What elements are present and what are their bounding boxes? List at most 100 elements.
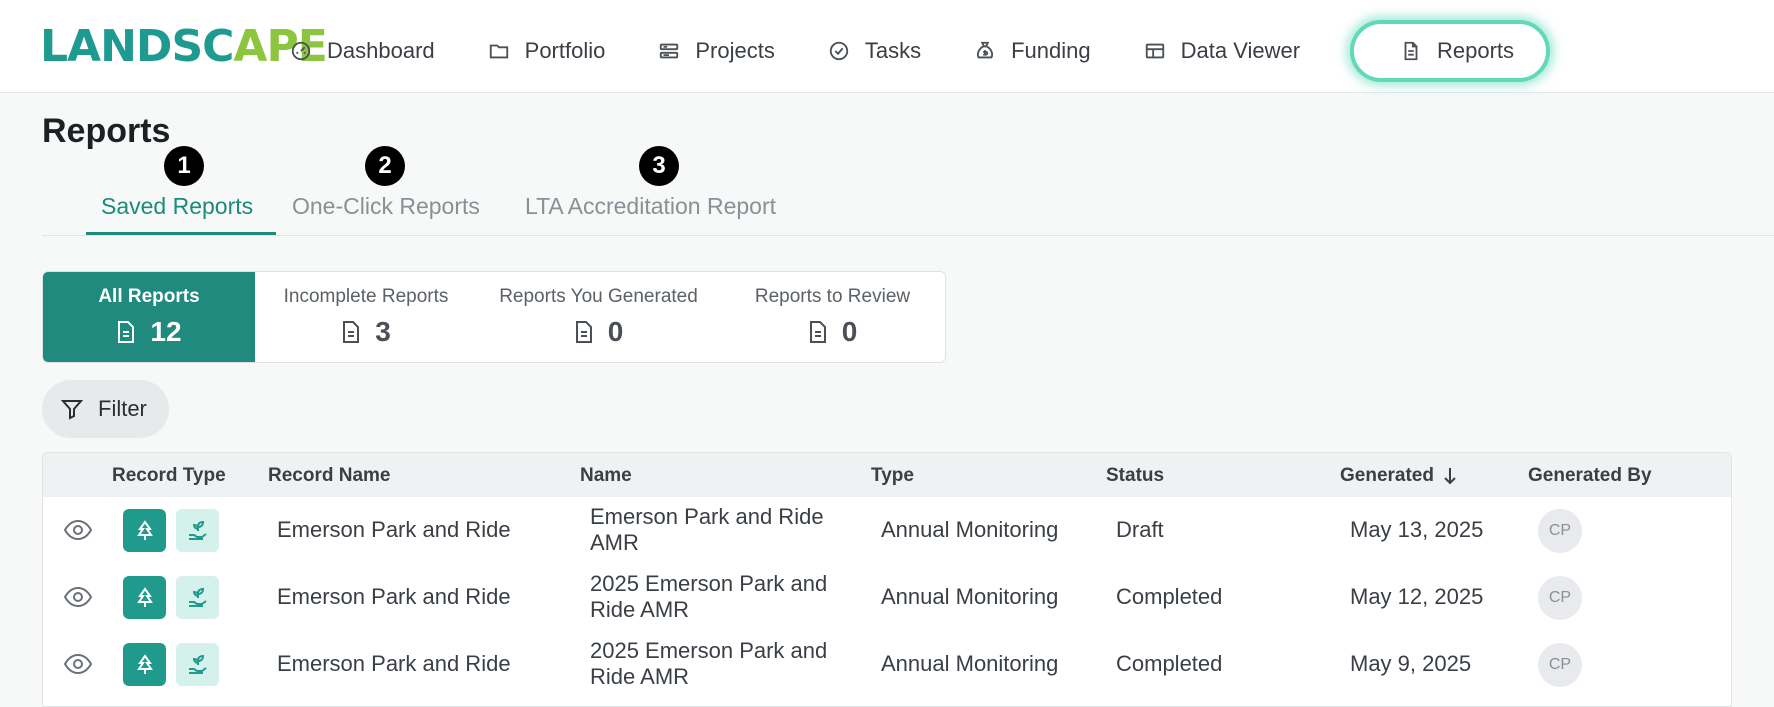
plant-hand-icon <box>188 654 207 674</box>
eye-icon[interactable] <box>63 584 93 610</box>
card-label: Reports You Generated <box>499 286 698 307</box>
nav-item-label: Funding <box>1011 38 1091 63</box>
nav-item-label: Tasks <box>864 38 922 63</box>
step-badge-1: 1 <box>164 146 204 186</box>
col-header-generated-by[interactable]: Generated By <box>1528 465 1652 487</box>
filter-label: Filter <box>98 396 147 421</box>
plant-hand-icon <box>188 587 207 607</box>
table-row[interactable]: Emerson Park and Ride Emerson Park and R… <box>43 497 1731 564</box>
logo-pin-letter: A <box>233 21 267 72</box>
tabs-divider <box>42 235 1774 236</box>
nav-item-tasks[interactable]: Tasks <box>828 28 921 74</box>
card-reports-to-review[interactable]: Reports to Review 0 <box>720 272 945 362</box>
landscape-logo[interactable]: LANDSC A PE <box>40 21 328 72</box>
card-value: 12 <box>116 316 182 348</box>
record-type-conservation-icon[interactable] <box>123 643 166 686</box>
col-header-record-type[interactable]: Record Type <box>112 465 226 487</box>
card-count: 3 <box>375 316 391 347</box>
filter-button[interactable]: Filter <box>42 380 169 438</box>
step-badge-3: 3 <box>639 146 679 186</box>
report-name-line2: Ride AMR <box>590 664 690 689</box>
record-name-cell: Emerson Park and Ride <box>277 584 511 609</box>
col-header-generated-label: Generated <box>1340 465 1434 486</box>
card-count: 12 <box>150 316 182 347</box>
document-icon <box>1404 41 1418 61</box>
table-header: Record Type Record Name Name Type Status… <box>43 453 1731 497</box>
nav-item-projects[interactable]: Projects <box>658 28 775 74</box>
document-icon <box>118 321 135 343</box>
card-reports-you-generated[interactable]: Reports You Generated 0 <box>477 272 720 362</box>
check-circle-icon <box>829 41 849 61</box>
type-cell: Annual Monitoring <box>881 651 1059 676</box>
main-nav: Dashboard Portfolio Projects Tasks Fundi… <box>290 20 1550 82</box>
nav-item-label: Portfolio <box>524 38 606 63</box>
nav-item-dashboard[interactable]: Dashboard <box>290 28 435 74</box>
eye-icon[interactable] <box>63 651 93 677</box>
card-label: Incomplete Reports <box>283 286 449 307</box>
report-summary-cards: All Reports 12 Incomplete Reports 3 Repo… <box>42 271 946 363</box>
avatar: CP <box>1538 643 1582 687</box>
col-header-generated[interactable]: Generated <box>1340 465 1458 487</box>
eye-icon[interactable] <box>63 517 93 543</box>
generated-date-cell: May 13, 2025 <box>1350 517 1484 542</box>
avatar: CP <box>1538 576 1582 620</box>
card-label: Reports to Review <box>754 286 911 307</box>
card-count: 0 <box>607 316 624 347</box>
table-icon <box>1145 43 1164 59</box>
card-incomplete-reports[interactable]: Incomplete Reports 3 <box>255 272 477 362</box>
status-cell: Completed <box>1116 651 1223 676</box>
nav-item-label: Projects <box>695 38 775 63</box>
folder-icon <box>489 44 508 59</box>
tab-saved-reports[interactable]: Saved Reports <box>101 193 253 220</box>
tree-icon <box>136 586 153 607</box>
col-header-type[interactable]: Type <box>871 465 914 487</box>
money-bag-icon <box>977 41 994 59</box>
projects-icon <box>660 43 679 59</box>
card-value: 0 <box>808 316 857 348</box>
reports-table: Record Type Record Name Name Type Status… <box>42 452 1732 707</box>
table-row[interactable]: Emerson Park and Ride 2025 Emerson Park … <box>43 631 1731 698</box>
document-icon <box>575 321 592 343</box>
step-badge-2: 2 <box>365 146 405 186</box>
col-header-record-name[interactable]: Record Name <box>268 465 391 487</box>
tab-one-click-reports[interactable]: One-Click Reports <box>292 193 480 220</box>
type-cell: Annual Monitoring <box>881 584 1059 609</box>
gauge-icon <box>291 41 311 61</box>
col-header-name[interactable]: Name <box>580 465 632 487</box>
generated-date-cell: May 9, 2025 <box>1350 651 1472 676</box>
nav-item-label: Reports <box>1437 38 1515 63</box>
page-title: Reports <box>42 112 171 150</box>
nav-item-portfolio[interactable]: Portfolio <box>488 28 606 74</box>
record-type-project-icon[interactable] <box>176 643 219 686</box>
record-type-project-icon[interactable] <box>176 509 219 552</box>
report-name-line1: 2025 Emerson Park and <box>590 638 828 663</box>
record-type-conservation-icon[interactable] <box>123 576 166 619</box>
report-name-line2: Ride AMR <box>590 597 690 622</box>
top-navbar: LANDSC A PE Dashboard Portfolio Projects T… <box>0 0 1774 93</box>
type-cell: Annual Monitoring <box>881 517 1059 542</box>
tab-lta-accreditation-report[interactable]: LTA Accreditation Report <box>525 193 776 220</box>
record-type-conservation-icon[interactable] <box>123 509 166 552</box>
plant-hand-icon <box>188 520 207 540</box>
nav-item-reports[interactable]: Reports <box>1350 20 1550 82</box>
status-cell: Completed <box>1116 584 1223 609</box>
active-tab-indicator <box>86 232 276 235</box>
nav-item-data-viewer[interactable]: Data Viewer <box>1144 28 1300 74</box>
col-header-status[interactable]: Status <box>1106 465 1164 487</box>
nav-item-label: Data Viewer <box>1180 38 1301 63</box>
document-icon <box>343 321 360 343</box>
card-all-reports[interactable]: All Reports 12 <box>43 272 255 362</box>
tree-icon <box>136 653 153 674</box>
card-value: 0 <box>574 316 624 348</box>
tree-icon <box>136 519 153 540</box>
record-type-project-icon[interactable] <box>176 576 219 619</box>
record-name-cell: Emerson Park and Ride <box>277 517 511 542</box>
nav-item-funding[interactable]: Funding <box>974 28 1091 74</box>
logo-text-part1: LANDSC <box>40 21 234 72</box>
card-label: All Reports <box>98 286 200 307</box>
table-row[interactable]: Emerson Park and Ride 2025 Emerson Park … <box>43 564 1731 631</box>
filter-icon <box>60 400 84 420</box>
status-cell: Draft <box>1116 517 1164 542</box>
generated-date-cell: May 12, 2025 <box>1350 584 1484 609</box>
report-name-line1: 2025 Emerson Park and <box>590 571 828 596</box>
